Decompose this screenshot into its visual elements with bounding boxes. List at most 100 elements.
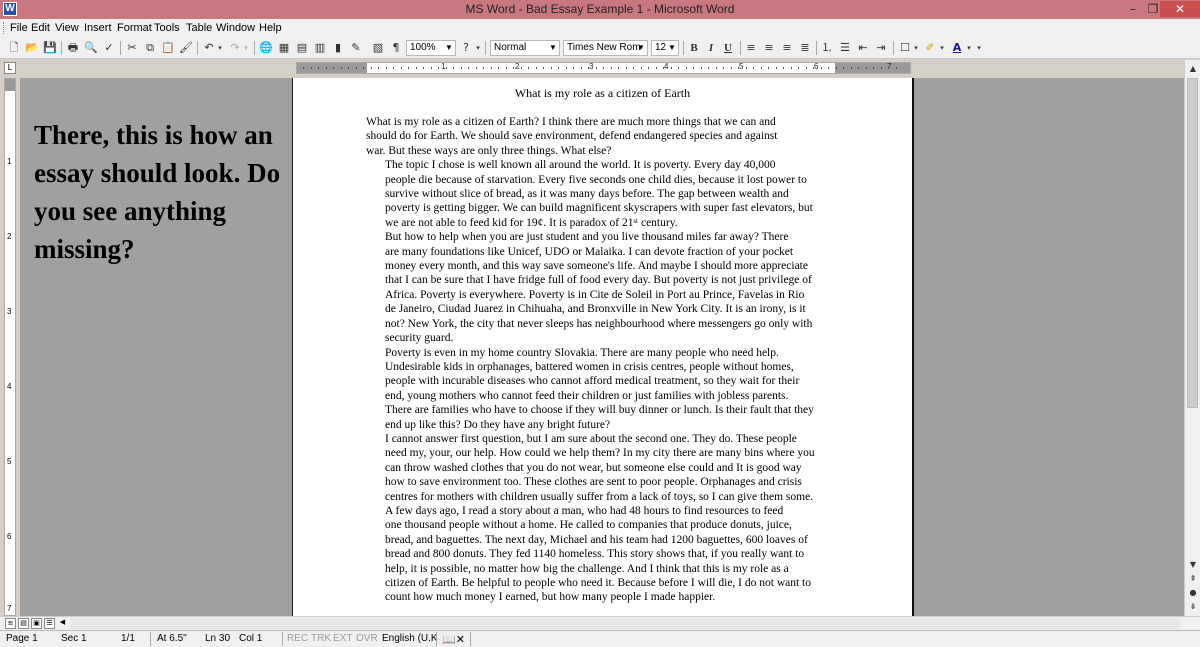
status-rec[interactable]: REC [287,633,308,644]
previous-page-icon[interactable]: ⇞ [1186,572,1200,586]
outline-view-icon[interactable]: ☰ [44,618,55,629]
menu-grip[interactable] [3,22,6,34]
hyperlink-icon[interactable]: 🌐 [258,40,274,56]
vertical-ruler[interactable]: 1 2 3 4 5 6 7 [4,78,16,616]
web-layout-icon[interactable]: ▤ [18,618,29,629]
menu-bar: File Edit View Insert Format Tools Table… [0,19,1200,37]
undo-dropdown-icon[interactable]: ▾ [216,40,224,56]
chevron-down-icon[interactable]: ▼ [548,41,558,55]
horizontal-ruler[interactable]: 1 2 3 4 5 6 7 [296,62,911,74]
spelling-status-icon[interactable]: 📖✕ [442,633,465,646]
undo-icon[interactable]: ↶ [201,40,217,56]
tables-borders-icon[interactable]: ▦ [276,40,292,56]
drawing-icon[interactable]: ✎ [348,40,364,56]
vertical-scrollbar[interactable]: ▲ ▼ ⇞ ● ⇟ [1184,60,1200,616]
essay-line: people with incurable diseases who canno… [385,375,800,388]
underline-button[interactable]: U [720,40,736,56]
numbering-icon[interactable]: ⒈ [819,40,835,56]
select-browse-object-icon[interactable]: ● [1186,586,1200,600]
insert-table-icon[interactable]: ▤ [294,40,310,56]
borders-dropdown-icon[interactable]: ▾ [912,40,920,56]
ruler-tick [663,67,664,69]
status-trk[interactable]: TRK [311,633,331,644]
scroll-down-icon[interactable]: ▼ [1186,558,1200,572]
menu-format[interactable]: Format [117,22,152,34]
help-icon[interactable]: ? [458,40,474,56]
menu-window[interactable]: Window [216,22,255,34]
normal-view-icon[interactable]: ≡ [5,618,16,629]
italic-button[interactable]: I [703,40,719,56]
format-painter-icon[interactable]: 🖌 [178,40,194,56]
bold-button[interactable]: B [686,40,702,56]
align-left-icon[interactable]: ≡ [743,40,759,56]
chevron-down-icon[interactable]: ▼ [667,41,677,55]
borders-icon[interactable]: ☐ [897,40,913,56]
horizontal-scroll-track[interactable] [70,618,1180,629]
menu-tools[interactable]: Tools [154,22,180,34]
menu-table[interactable]: Table [186,22,212,34]
highlight-icon[interactable]: ✐ [922,40,938,56]
show-hide-icon[interactable]: ¶ [388,40,404,56]
cut-icon[interactable]: ✂ [124,40,140,56]
align-right-icon[interactable]: ≡ [779,40,795,56]
chevron-down-icon[interactable]: ▼ [444,41,454,55]
open-folder-icon[interactable]: 📂 [24,40,40,56]
document-page[interactable]: What is my role as a citizen of Earth Wh… [292,78,914,616]
paste-icon[interactable]: 📋 [160,40,176,56]
help-dropdown-icon[interactable]: ▾ [474,40,482,56]
font-color-dropdown-icon[interactable]: ▾ [965,40,973,56]
save-icon[interactable]: 💾 [42,40,58,56]
print-icon[interactable]: 🖶 [65,40,81,56]
scroll-up-icon[interactable]: ▲ [1186,62,1200,76]
toolbar-options-icon[interactable]: ▾ [975,40,983,56]
new-document-icon[interactable]: 🗋 [6,40,22,56]
status-ext[interactable]: EXT [333,633,352,644]
document-map-icon[interactable]: ▧ [370,40,386,56]
scroll-thumb[interactable] [1187,78,1198,408]
menu-help[interactable]: Help [259,22,282,34]
zoom-combo[interactable]: 100% ▼ [406,40,456,56]
menu-edit[interactable]: Edit [31,22,50,34]
essay-line: centres for mothers with children usuall… [385,490,814,503]
status-language[interactable]: English (U.K [382,633,438,644]
close-button[interactable]: ✕ [1160,1,1200,17]
highlight-dropdown-icon[interactable]: ▾ [938,40,946,56]
copy-icon[interactable]: ⧉ [142,40,158,56]
status-ovr[interactable]: OVR [356,633,378,644]
spelling-icon[interactable]: ✓ [101,40,117,56]
ruler-tick [408,67,409,69]
ruler-number: 1 [7,157,12,166]
align-center-icon[interactable]: ≡ [761,40,777,56]
ruler-tick [528,67,529,69]
menu-insert[interactable]: Insert [84,22,112,34]
essay-line: how to save environment too. These cloth… [385,476,802,489]
font-combo[interactable]: Times New Rom ▼ [563,40,648,56]
ruler-tick [580,67,582,69]
ruler-tick [543,67,544,69]
toolbar-separator [197,41,198,55]
ruler-tick [670,67,672,69]
ruler-tick [468,67,469,69]
tab-selector[interactable]: L [4,62,16,74]
justify-icon[interactable]: ≣ [797,40,813,56]
font-color-icon[interactable]: A [949,40,965,56]
menu-file[interactable]: File [10,22,28,34]
redo-icon[interactable]: ↷ [227,40,243,56]
ruler-number: 2 [515,62,520,71]
bullets-icon[interactable]: ☰ [837,40,853,56]
chevron-down-icon[interactable]: ▼ [636,41,646,55]
menu-view[interactable]: View [55,22,79,34]
style-combo[interactable]: Normal ▼ [490,40,560,56]
font-size-combo[interactable]: 12 ▼ [651,40,679,56]
increase-indent-icon[interactable]: ⇥ [873,40,889,56]
insert-excel-icon[interactable]: ▥ [312,40,328,56]
essay-body[interactable]: What is my role as a citizen of Earth? I… [366,115,844,605]
scroll-left-icon[interactable]: ◀ [57,618,68,629]
print-preview-icon[interactable]: 🔍 [83,40,99,56]
print-layout-icon[interactable]: ▣ [31,618,42,629]
decrease-indent-icon[interactable]: ⇤ [855,40,871,56]
ruler-tick [745,67,747,69]
redo-dropdown-icon[interactable]: ▾ [242,40,250,56]
next-page-icon[interactable]: ⇟ [1186,600,1200,614]
columns-icon[interactable]: ▮ [330,40,346,56]
